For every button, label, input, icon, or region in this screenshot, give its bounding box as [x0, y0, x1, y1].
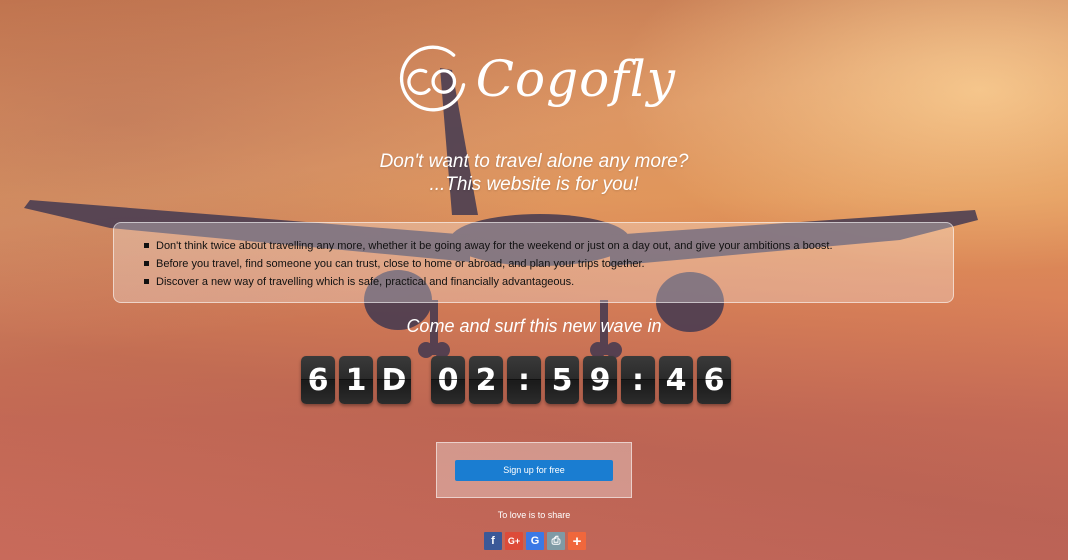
bullet-icon — [144, 260, 149, 266]
google-plus-icon[interactable]: G+ — [505, 532, 523, 550]
more-share-icon[interactable]: + — [568, 532, 586, 550]
countdown-separator: : — [507, 356, 541, 404]
print-icon[interactable]: ⎙ — [547, 532, 565, 550]
feature-item: Don't think twice about travelling any m… — [144, 237, 933, 255]
signup-panel: Sign up for free — [436, 442, 632, 498]
feature-text: Discover a new way of travelling which i… — [156, 276, 575, 288]
countdown-timer: 6 1 D 0 2 : 5 9 : 4 6 — [301, 356, 735, 404]
countdown-days-digit: 1 — [339, 356, 373, 404]
brand-logo[interactable]: Cogofly — [396, 34, 676, 124]
cogofly-logo-icon — [399, 45, 466, 112]
countdown-heading: Come and surf this new wave in — [406, 316, 662, 336]
bullet-icon — [144, 242, 149, 248]
countdown-hours-digit: 0 — [431, 356, 465, 404]
google-icon[interactable]: G — [526, 532, 544, 550]
bullet-icon — [144, 278, 149, 284]
countdown-minutes-digit: 5 — [545, 356, 579, 404]
tagline-line-2: ...This website is for you! — [429, 174, 639, 195]
countdown-seconds-digit: 4 — [659, 356, 693, 404]
feature-item: Discover a new way of travelling which i… — [144, 273, 933, 291]
tagline: Don't want to travel alone any more? ...… — [0, 150, 1068, 196]
brand-name: Cogofly — [475, 50, 676, 108]
countdown-seconds-digit: 6 — [697, 356, 731, 404]
features-list: Don't think twice about travelling any m… — [144, 237, 933, 291]
countdown-separator: : — [621, 356, 655, 404]
share-bar: f G+ G ⎙ + — [484, 532, 586, 550]
countdown-days-unit: D — [377, 356, 411, 404]
countdown-hours-digit: 2 — [469, 356, 503, 404]
signup-button[interactable]: Sign up for free — [455, 459, 613, 481]
features-panel: Don't think twice about travelling any m… — [113, 222, 954, 303]
countdown-minutes-digit: 9 — [583, 356, 617, 404]
share-label: To love is to share — [497, 510, 571, 520]
facebook-icon[interactable]: f — [484, 532, 502, 550]
feature-item: Before you travel, find someone you can … — [144, 255, 933, 273]
feature-text: Don't think twice about travelling any m… — [156, 240, 833, 252]
feature-text: Before you travel, find someone you can … — [156, 258, 645, 270]
tagline-line-1: Don't want to travel alone any more? — [379, 151, 689, 172]
countdown-days-digit: 6 — [301, 356, 335, 404]
